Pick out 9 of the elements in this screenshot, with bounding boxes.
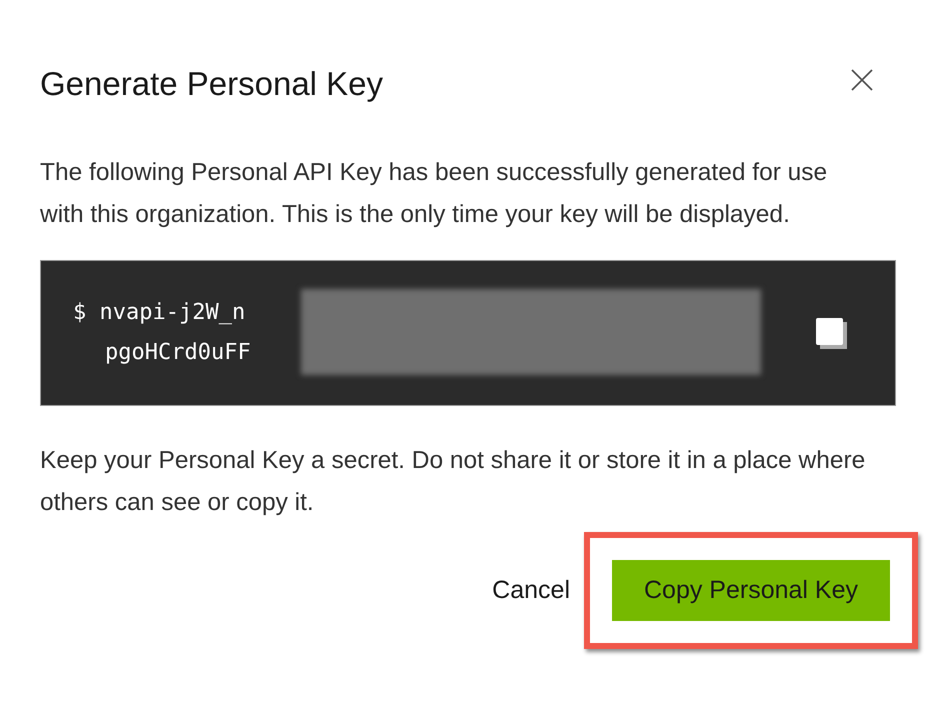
key-text: $ nvapi-j2W_n [73, 299, 246, 327]
message-text: The following Personal API Key has been successfully generated for use with this organization. This is the only time your key will be displayed. [40, 158, 828, 230]
warning-text: Keep your Personal Key a secret. Do not share it or store it in a place where others can see or copy it. [40, 446, 866, 518]
copy-key-button[interactable]: Copy Personal Key [612, 560, 890, 621]
key-text: pgoHCrd0uFF [104, 339, 251, 367]
dialog-title: Generate Personal Key [40, 64, 384, 104]
close-icon[interactable] [850, 68, 874, 92]
copy-icon[interactable] [815, 317, 849, 351]
cancel-button[interactable]: Cancel [488, 560, 574, 621]
